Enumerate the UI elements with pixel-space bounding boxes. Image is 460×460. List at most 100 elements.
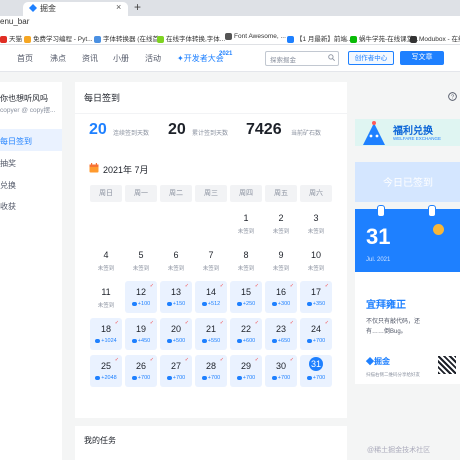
creator-center-button[interactable]: 创作者中心 xyxy=(348,51,394,65)
bookmark-item[interactable]: Font Awesome, ... xyxy=(225,33,286,40)
bookmark-item[interactable]: 在线字体转换,字体... xyxy=(157,33,225,43)
fortune-date-day: 31 xyxy=(366,224,391,249)
nav-events[interactable]: 活动 xyxy=(145,53,161,64)
sidebar-user-subtitle: copyer @ copy摆... xyxy=(0,107,56,114)
dev-conf-label: 开发者大会 xyxy=(183,54,224,63)
calendar-day[interactable]: 3 未签到 xyxy=(300,207,332,239)
sidebar-item-checkin[interactable]: 每日签到 xyxy=(0,136,32,147)
calendar-day[interactable]: 1 未签到 xyxy=(230,207,262,239)
calendar-day-status: +700 xyxy=(265,375,297,381)
new-tab-button[interactable]: + xyxy=(134,0,141,14)
checked-icon: ✓ xyxy=(289,357,294,363)
checked-icon: ✓ xyxy=(254,357,259,363)
checked-icon: ✓ xyxy=(184,283,189,289)
calendar-day[interactable]: 29 ✓ +700 xyxy=(230,355,262,387)
bookmark-item[interactable]: 【1 月最新】前端... xyxy=(287,33,352,43)
calendar-day[interactable]: 18 ✓ +1024 xyxy=(90,318,122,350)
juejin-favicon-icon xyxy=(29,4,37,12)
calendar-day[interactable]: 16 ✓ +300 xyxy=(265,281,297,313)
help-icon[interactable]: ? xyxy=(448,92,457,101)
calendar-day[interactable]: 9 未签到 xyxy=(265,244,297,276)
calendar-day[interactable]: 28 ✓ +700 xyxy=(195,355,227,387)
calendar-day-number: 8 xyxy=(243,250,249,260)
calendar-day[interactable]: 5 未签到 xyxy=(125,244,157,276)
calendar-day[interactable]: 23 ✓ +650 xyxy=(265,318,297,350)
bookmark-item[interactable]: 字体转换器 (在线首... xyxy=(94,33,164,43)
bookmark-favicon-icon xyxy=(410,35,417,43)
write-article-button[interactable]: 写文章 xyxy=(400,51,444,65)
calendar-day[interactable]: 6 未签到 xyxy=(160,244,192,276)
ore-icon xyxy=(95,375,101,380)
bookmark-item[interactable]: Modubox - 在线... xyxy=(410,33,460,43)
ore-icon xyxy=(236,301,242,306)
nav-books[interactable]: 小册 xyxy=(113,53,129,64)
calendar-day[interactable]: 24 ✓ +700 xyxy=(300,318,332,350)
calendar-day[interactable]: 7 未签到 xyxy=(195,244,227,276)
ore-reward-value: +700 xyxy=(242,375,256,381)
calendar-day-number: 1 xyxy=(243,213,249,223)
calendar-day-status: +500 xyxy=(160,338,192,344)
calendar-day[interactable]: 19 ✓ +450 xyxy=(125,318,157,350)
calendar-day[interactable]: 4 未签到 xyxy=(90,244,122,276)
calendar-day[interactable]: 21 ✓ +550 xyxy=(195,318,227,350)
nav-news[interactable]: 资讯 xyxy=(82,53,98,64)
calendar-day-number: 7 xyxy=(208,250,214,260)
banner-title: 福利兑换 xyxy=(393,126,433,137)
juejin-logo-caption: 扫描右侧二维码分享给好友 xyxy=(366,372,420,377)
bookmark-favicon-icon xyxy=(350,35,357,43)
calendar-day[interactable]: 30 ✓ +700 xyxy=(265,355,297,387)
calendar-day[interactable]: 10 未签到 xyxy=(300,244,332,276)
ore-icon xyxy=(166,301,172,306)
calendar-day[interactable]: 31 +700 xyxy=(300,355,332,387)
search-icon[interactable] xyxy=(328,54,335,61)
nav-home[interactable]: 首页 xyxy=(17,53,33,64)
fortune-text-line-2: 有……倒Bug。 xyxy=(366,329,407,335)
ore-reward-value: +150 xyxy=(172,301,186,307)
bookmark-item[interactable]: 天猫 xyxy=(0,33,22,43)
calendar-day-status: +350 xyxy=(300,301,332,307)
ore-reward-value: +100 xyxy=(137,301,151,307)
bookmark-label: 【1 月最新】前端... xyxy=(296,36,353,43)
calendar-day[interactable]: 2 未签到 xyxy=(265,207,297,239)
calendar-day[interactable]: 26 ✓ +700 xyxy=(125,355,157,387)
browser-tab-active[interactable] xyxy=(23,2,128,16)
tab-close-icon[interactable]: × xyxy=(116,2,121,12)
ore-reward-value: +500 xyxy=(172,338,186,344)
ore-reward-value: +550 xyxy=(207,338,221,344)
calendar-day[interactable]: 15 ✓ +250 xyxy=(230,281,262,313)
ore-icon xyxy=(166,375,172,380)
calendar-icon xyxy=(89,163,99,173)
nav-dev-conference[interactable]: ✦开发者大会 xyxy=(177,53,224,64)
calendar-day-status: +700 xyxy=(230,375,262,381)
calendar-day[interactable]: 8 未签到 xyxy=(230,244,262,276)
calendar-day-number: 10 xyxy=(310,250,321,260)
address-bar[interactable] xyxy=(0,16,460,31)
calendar-day[interactable]: 17 ✓ +350 xyxy=(300,281,332,313)
calendar-day[interactable]: 22 ✓ +600 xyxy=(230,318,262,350)
chevron-down-icon[interactable]: ▾ xyxy=(447,53,450,60)
calendar-day-number: 4 xyxy=(103,250,109,260)
calendar-day[interactable]: 14 ✓ +512 xyxy=(195,281,227,313)
nav-pins[interactable]: 沸点 xyxy=(50,53,66,64)
calendar-day[interactable]: 11 未签到 xyxy=(90,281,122,313)
ore-icon xyxy=(306,301,312,306)
checked-icon: ✓ xyxy=(254,320,259,326)
calendar-day-number: 9 xyxy=(278,250,284,260)
calendar-day[interactable]: 12 ✓ +100 xyxy=(125,281,157,313)
calendar-day[interactable]: 13 ✓ +150 xyxy=(160,281,192,313)
calendar-day[interactable]: 25 ✓ +2048 xyxy=(90,355,122,387)
checked-icon: ✓ xyxy=(114,357,119,363)
dev-conf-year: 2021 xyxy=(219,51,233,57)
sidebar-item-harvest[interactable]: 收获 xyxy=(0,201,16,212)
calendar-day-status: 未签到 xyxy=(202,266,220,272)
calendar-day[interactable]: 27 ✓ +700 xyxy=(160,355,192,387)
sidebar-item-lottery[interactable]: 抽奖 xyxy=(0,158,16,169)
sidebar-item-exchange[interactable]: 兑换 xyxy=(0,180,16,191)
calendar-day-status: +700 xyxy=(125,375,157,381)
browser-tab-title: 掘金 xyxy=(40,4,56,13)
bookmark-item[interactable]: 免费学习编程 - Pyt... xyxy=(24,33,93,43)
bookmark-item[interactable]: 蜗牛学苑-在线课堂... xyxy=(350,33,419,43)
checked-icon: ✓ xyxy=(324,320,329,326)
calendar-day[interactable]: 20 ✓ +500 xyxy=(160,318,192,350)
calendar-day-number: 5 xyxy=(138,250,144,260)
